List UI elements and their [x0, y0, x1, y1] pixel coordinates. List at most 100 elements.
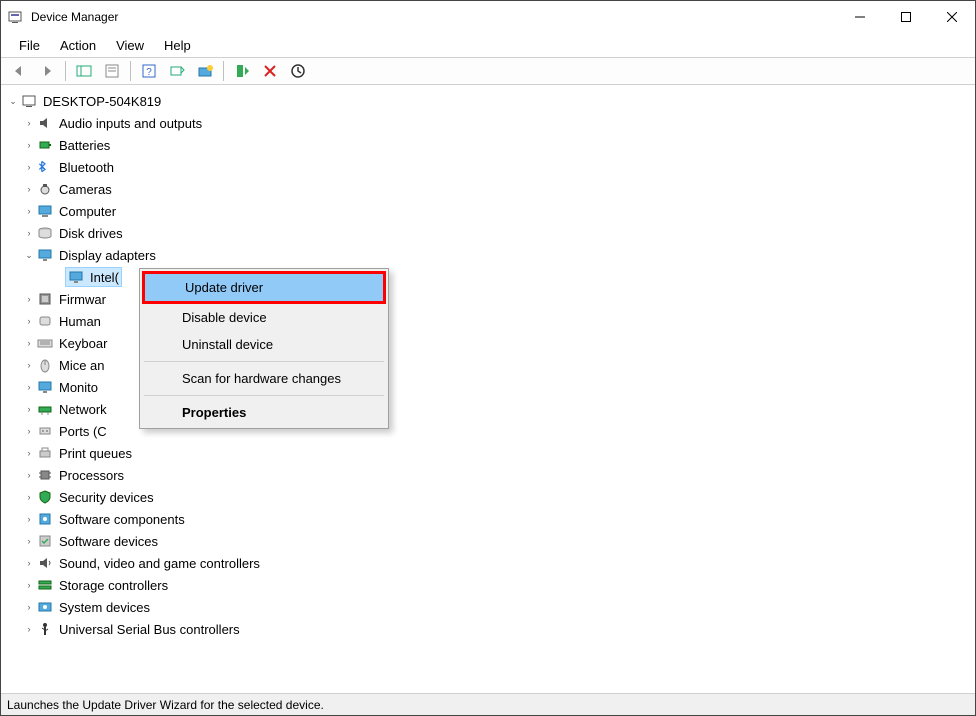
context-menu-item[interactable]: Update driver: [142, 271, 386, 304]
tree-category-label: Print queues: [59, 446, 132, 461]
tree-category[interactable]: ›Disk drives: [1, 222, 975, 244]
tree-root-label: DESKTOP-504K819: [43, 94, 161, 109]
spacer: [51, 271, 63, 283]
expand-icon[interactable]: ›: [23, 513, 35, 525]
forward-button[interactable]: [35, 59, 59, 83]
tree-category[interactable]: › Security devices: [1, 486, 975, 508]
expand-icon[interactable]: ›: [23, 469, 35, 481]
ports-icon: [37, 423, 53, 439]
context-menu-item[interactable]: Properties: [142, 399, 386, 426]
disable-device-button[interactable]: [286, 59, 310, 83]
monitor-icon: [37, 379, 53, 395]
tree-category-label: Network: [59, 402, 107, 417]
tree-category-label: Firmwar: [59, 292, 106, 307]
maximize-button[interactable]: [883, 1, 929, 33]
close-button[interactable]: [929, 1, 975, 33]
expand-icon[interactable]: ›: [23, 579, 35, 591]
expand-icon[interactable]: ›: [23, 139, 35, 151]
tree-category-label: Security devices: [59, 490, 154, 505]
bluetooth-icon: [37, 159, 53, 175]
context-menu-item[interactable]: Disable device: [142, 304, 386, 331]
toolbar-separator: [223, 61, 224, 81]
tree-category-label: Mice an: [59, 358, 105, 373]
menu-view[interactable]: View: [106, 36, 154, 55]
expand-icon[interactable]: ›: [23, 315, 35, 327]
window-title: Device Manager: [31, 10, 837, 24]
audio-icon: [37, 115, 53, 131]
expand-icon[interactable]: ›: [23, 381, 35, 393]
hid-icon: [37, 313, 53, 329]
tree-category-label: Sound, video and game controllers: [59, 556, 260, 571]
expand-icon[interactable]: ›: [23, 293, 35, 305]
tree-root[interactable]: ⌄ DESKTOP-504K819: [1, 90, 975, 112]
computer-icon: [21, 93, 37, 109]
expand-icon[interactable]: ›: [23, 623, 35, 635]
camera-icon: [37, 181, 53, 197]
tree-category[interactable]: ›Storage controllers: [1, 574, 975, 596]
tree-category-label: Bluetooth: [59, 160, 114, 175]
tree-category-label: Computer: [59, 204, 116, 219]
tree-category-label: Cameras: [59, 182, 112, 197]
uninstall-device-button[interactable]: [258, 59, 282, 83]
tree-category[interactable]: › Print queues: [1, 442, 975, 464]
tree-category[interactable]: › Sound, video and game controllers: [1, 552, 975, 574]
show-hide-console-button[interactable]: [72, 59, 96, 83]
expand-icon[interactable]: ›: [23, 535, 35, 547]
tree-category[interactable]: › Computer: [1, 200, 975, 222]
tree-category[interactable]: ›Universal Serial Bus controllers: [1, 618, 975, 640]
tree-category[interactable]: ›Batteries: [1, 134, 975, 156]
scan-hardware-button[interactable]: [165, 59, 189, 83]
menu-file[interactable]: File: [9, 36, 50, 55]
expand-icon[interactable]: ›: [23, 227, 35, 239]
collapse-icon[interactable]: ⌄: [7, 95, 19, 107]
tree-category[interactable]: ›Software components: [1, 508, 975, 530]
expand-icon[interactable]: ⌄: [23, 249, 35, 261]
toolbar-separator: [130, 61, 131, 81]
storage-icon: [37, 577, 53, 593]
menu-help[interactable]: Help: [154, 36, 201, 55]
tree-category[interactable]: › Bluetooth: [1, 156, 975, 178]
expand-icon[interactable]: ›: [23, 425, 35, 437]
expand-icon[interactable]: ›: [23, 601, 35, 613]
expand-icon[interactable]: ›: [23, 117, 35, 129]
tree-device-label: Intel(: [90, 270, 119, 285]
tree-category[interactable]: › Cameras: [1, 178, 975, 200]
context-menu: Update driverDisable deviceUninstall dev…: [139, 268, 389, 429]
firmware-icon: [37, 291, 53, 307]
tree-category[interactable]: ›System devices: [1, 596, 975, 618]
tree-category-label: Human: [59, 314, 101, 329]
app-icon: [7, 9, 23, 25]
expand-icon[interactable]: ›: [23, 403, 35, 415]
expand-icon[interactable]: ›: [23, 205, 35, 217]
disk-icon: [37, 225, 53, 241]
tree-category-label: Audio inputs and outputs: [59, 116, 202, 131]
enable-device-button[interactable]: [230, 59, 254, 83]
tree-category[interactable]: › Audio inputs and outputs: [1, 112, 975, 134]
tree-pane[interactable]: ⌄ DESKTOP-504K819 › Audio inputs and output…: [1, 85, 975, 693]
expand-icon[interactable]: ›: [23, 183, 35, 195]
context-menu-separator: [144, 361, 384, 362]
system-icon: [37, 599, 53, 615]
menu-action[interactable]: Action: [50, 36, 106, 55]
expand-icon[interactable]: ›: [23, 359, 35, 371]
back-button[interactable]: [7, 59, 31, 83]
tree-category-label: Processors: [59, 468, 124, 483]
expand-icon[interactable]: ›: [23, 491, 35, 503]
tree-category-label: Display adapters: [59, 248, 156, 263]
expand-icon[interactable]: ›: [23, 337, 35, 349]
properties-button[interactable]: [100, 59, 124, 83]
context-menu-item[interactable]: Uninstall device: [142, 331, 386, 358]
expand-icon[interactable]: ›: [23, 447, 35, 459]
tree-category[interactable]: ⌄ Display adapters: [1, 244, 975, 266]
minimize-button[interactable]: [837, 1, 883, 33]
context-menu-item[interactable]: Scan for hardware changes: [142, 365, 386, 392]
tree-category[interactable]: › Processors: [1, 464, 975, 486]
tree-category[interactable]: ›Software devices: [1, 530, 975, 552]
update-driver-button[interactable]: [193, 59, 217, 83]
usb-icon: [37, 621, 53, 637]
help-button[interactable]: ?: [137, 59, 161, 83]
expand-icon[interactable]: ›: [23, 557, 35, 569]
expand-icon[interactable]: ›: [23, 161, 35, 173]
tree-category-label: Monito: [59, 380, 98, 395]
titlebar: Device Manager: [1, 1, 975, 33]
